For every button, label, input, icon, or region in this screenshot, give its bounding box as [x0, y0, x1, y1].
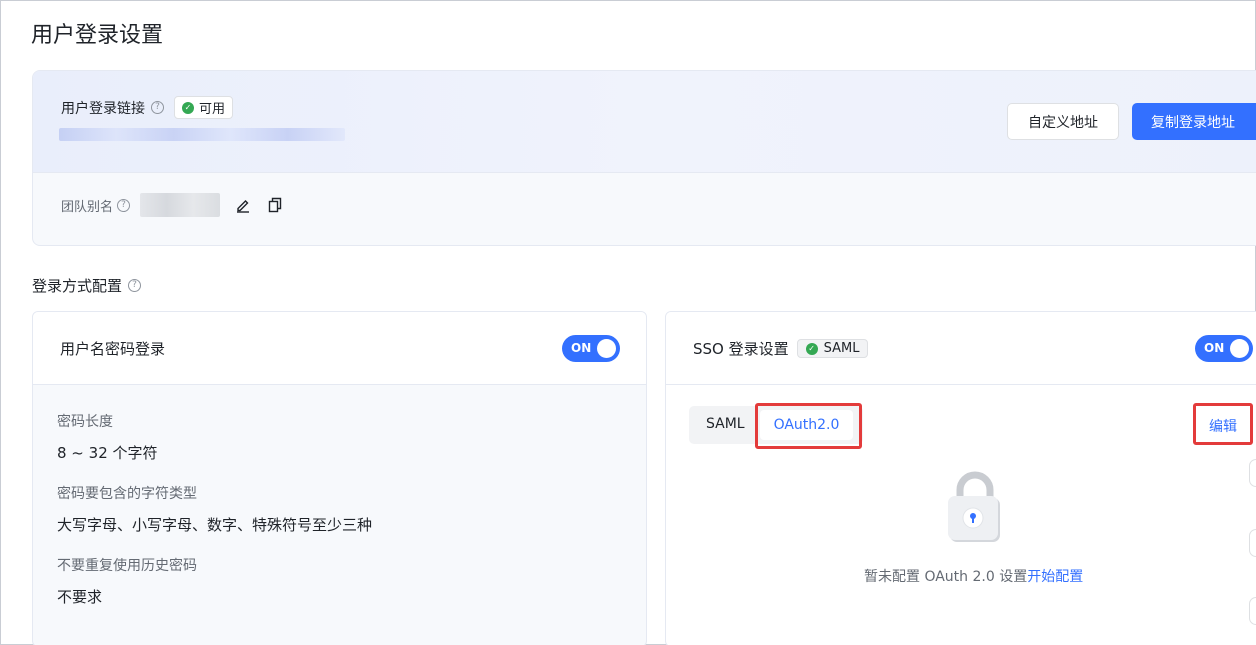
page-title: 用户登录设置	[31, 23, 164, 48]
sso-card-title: SSO 登录设置	[693, 340, 789, 358]
sso-badge-text: SAML	[823, 341, 860, 356]
status-badge: ✓ 可用	[174, 96, 234, 119]
side-handle[interactable]	[1249, 529, 1256, 557]
sso-login-toggle[interactable]: ON	[1195, 335, 1253, 362]
edit-link[interactable]: 编辑	[1209, 416, 1237, 436]
login-url-blurred	[59, 128, 345, 141]
tab-oauth2[interactable]: OAuth2.0	[760, 410, 853, 440]
team-alias-row: 团队别名 ?	[61, 193, 284, 217]
start-config-link[interactable]: 开始配置	[1027, 569, 1083, 585]
toggle-label: ON	[571, 341, 592, 355]
login-link-header: 用户登录链接 ? ✓ 可用 自定义地址 复制登录地址	[33, 71, 1256, 173]
toggle-label: ON	[1204, 341, 1225, 355]
login-link-label: 用户登录链接	[61, 100, 145, 117]
char-types-label: 密码要包含的字符类型	[57, 486, 197, 502]
copy-login-address-button[interactable]: 复制登录地址	[1132, 103, 1256, 140]
toggle-knob	[1230, 339, 1249, 358]
sso-card-title-row: SSO 登录设置 ✓ SAML	[693, 338, 869, 359]
check-circle-icon: ✓	[182, 101, 194, 114]
custom-address-button[interactable]: 自定义地址	[1007, 103, 1119, 140]
help-icon[interactable]: ?	[117, 198, 131, 212]
password-card-header: 用户名密码登录 ON	[33, 312, 646, 385]
history-password-label: 不要重复使用历史密码	[57, 558, 197, 574]
login-link-card: 用户登录链接 ? ✓ 可用 自定义地址 复制登录地址 团队别名 ?	[32, 70, 1256, 246]
team-alias-blurred	[140, 193, 221, 217]
char-types-value: 大写字母、小写字母、数字、特殊符号至少三种	[57, 516, 373, 534]
help-icon[interactable]: ?	[128, 279, 142, 292]
login-link-label-row: 用户登录链接 ? ✓ 可用	[61, 96, 234, 119]
copy-icon[interactable]	[266, 196, 284, 214]
toggle-knob	[597, 339, 616, 358]
empty-state-message: 暂未配置 OAuth 2.0 设置	[864, 569, 1028, 585]
sso-login-card: SSO 登录设置 ✓ SAML ON SAML OAuth2.0 编辑 暂未配置…	[665, 311, 1256, 645]
edit-pencil-icon[interactable]	[234, 196, 252, 214]
history-password-value: 不要求	[57, 588, 103, 606]
empty-state-text: 暂未配置 OAuth 2.0 设置开始配置	[864, 566, 1083, 586]
sso-card-header: SSO 登录设置 ✓ SAML ON	[666, 312, 1256, 385]
login-methods-section-title: 登录方式配置 ?	[32, 275, 142, 296]
sso-protocol-badge: ✓ SAML	[796, 339, 869, 358]
team-alias-label: 团队别名	[61, 199, 114, 215]
password-length-label: 密码长度	[57, 414, 113, 430]
side-handle[interactable]	[1249, 597, 1256, 625]
password-login-toggle[interactable]: ON	[562, 335, 620, 362]
section-title-text: 登录方式配置	[32, 277, 123, 295]
status-text: 可用	[199, 102, 226, 117]
side-handle[interactable]	[1249, 459, 1256, 487]
password-login-card: 用户名密码登录 ON 密码长度 8 ~ 32 个字符 密码要包含的字符类型 大写…	[32, 311, 647, 645]
lock-icon	[946, 468, 1004, 550]
sso-protocol-segment: SAML OAuth2.0	[689, 406, 863, 444]
tab-saml[interactable]: SAML	[706, 416, 745, 432]
help-icon[interactable]: ?	[151, 101, 164, 114]
password-card-title: 用户名密码登录	[60, 340, 166, 358]
password-length-value: 8 ~ 32 个字符	[57, 444, 158, 462]
check-circle-icon: ✓	[805, 342, 818, 355]
